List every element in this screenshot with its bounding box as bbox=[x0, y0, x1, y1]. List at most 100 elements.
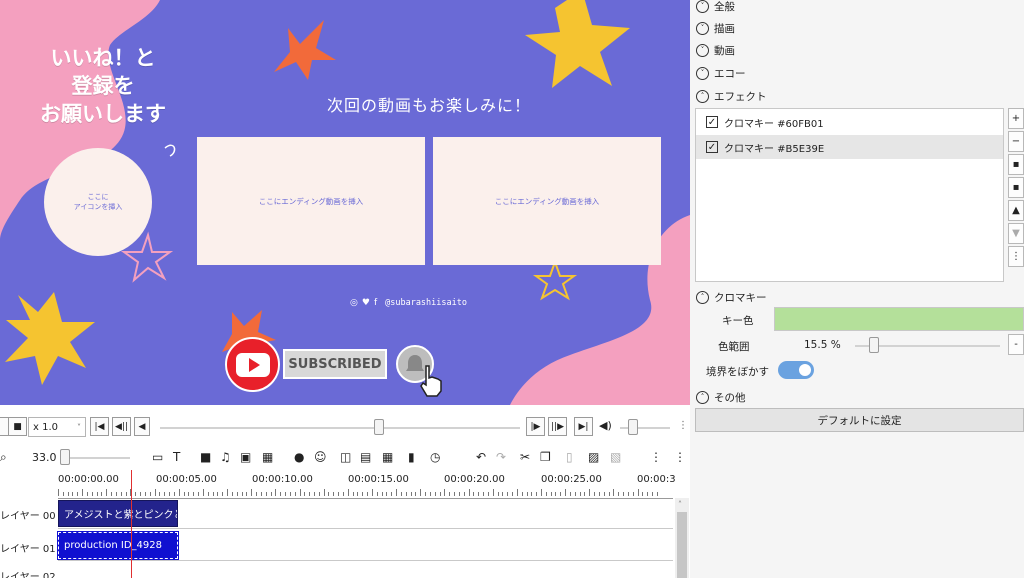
ruler-tick bbox=[594, 492, 596, 496]
ruler-tick bbox=[608, 492, 610, 496]
effect-item[interactable]: ✓ クロマキー #60FB01 bbox=[696, 110, 1003, 134]
clock-icon[interactable]: ◷ bbox=[430, 450, 440, 464]
stop-button[interactable]: ■ bbox=[8, 417, 27, 436]
social-row: ◎ ♥ f @subarashiisaito bbox=[350, 298, 467, 308]
zoom-thumb[interactable] bbox=[60, 449, 70, 465]
ruler-tick bbox=[507, 492, 509, 496]
more-options-button[interactable]: ⋮ bbox=[1008, 246, 1024, 267]
ruler-tick bbox=[439, 492, 441, 496]
timeline-clip-text[interactable]: アメジストと紫とピンクと bbox=[58, 500, 178, 527]
next-frame-button[interactable]: |▶ bbox=[526, 417, 545, 436]
seek-thumb[interactable] bbox=[374, 419, 384, 435]
key-color-swatch[interactable] bbox=[774, 307, 1024, 331]
seek-track[interactable] bbox=[160, 427, 520, 429]
paste-icon[interactable]: ▯ bbox=[566, 450, 573, 464]
layer-label[interactable]: レイヤー 00 bbox=[0, 507, 56, 522]
ruler-tick bbox=[627, 492, 629, 496]
next-video-title: 次回の動画もお楽しみに！ bbox=[326, 96, 531, 115]
go-to-end-button[interactable]: ▶| bbox=[574, 417, 593, 436]
ruler-tick bbox=[400, 492, 402, 496]
volume-thumb[interactable] bbox=[628, 419, 638, 435]
ruler-tick bbox=[144, 492, 146, 496]
ruler-tick bbox=[183, 492, 185, 496]
volume-icon[interactable]: ◀) bbox=[599, 419, 612, 432]
playback-bar: ■ x 1.0 ˅ |◀ ◀|| ◀ |▶ ||▶ ▶| ◀) ⋮ bbox=[0, 414, 690, 440]
video-icon[interactable]: ■ bbox=[200, 450, 211, 464]
comment-icon[interactable]: ▭ bbox=[152, 450, 163, 464]
speed-select[interactable]: x 1.0 ˅ bbox=[28, 417, 86, 437]
save-icon[interactable]: ▮ bbox=[408, 450, 415, 464]
section-effects[interactable]: ˄ エフェクト bbox=[696, 87, 767, 105]
range-decrement-button[interactable]: - bbox=[1008, 334, 1024, 355]
scroll-up-icon[interactable]: ˄ bbox=[678, 500, 682, 509]
ruler-tick bbox=[565, 489, 567, 496]
move-up-button[interactable]: ▲ bbox=[1008, 200, 1024, 221]
zoom-track[interactable] bbox=[60, 457, 130, 459]
social-handle: @subarashiisaito bbox=[385, 298, 467, 308]
save-preset-icon[interactable]: ▪ bbox=[1008, 177, 1024, 198]
ruler-tick bbox=[434, 492, 436, 496]
layer-label[interactable]: レイヤー 01 bbox=[0, 540, 56, 555]
redo-icon[interactable]: ↷ bbox=[496, 450, 506, 464]
section-echo[interactable]: ˅ エコー bbox=[696, 64, 746, 82]
ruler-tick bbox=[381, 492, 383, 496]
smile-icon[interactable]: ☺ bbox=[314, 450, 327, 464]
ruler-tick bbox=[212, 492, 214, 496]
ruler-tick bbox=[357, 492, 359, 496]
more-icon[interactable]: ⋮ bbox=[678, 420, 688, 431]
previous-frame-button[interactable]: ◀ bbox=[134, 417, 150, 436]
range-thumb[interactable] bbox=[869, 337, 879, 353]
remove-effect-button[interactable]: − bbox=[1008, 131, 1024, 152]
checkbox[interactable]: ✓ bbox=[706, 116, 718, 128]
more-icon[interactable]: ⋮ bbox=[650, 450, 662, 464]
ruler-label: 00:00:05.00 bbox=[156, 474, 217, 485]
scene-icon[interactable]: ▤ bbox=[360, 450, 371, 464]
save-effect-icon[interactable]: ▪ bbox=[1008, 154, 1024, 175]
copy-icon[interactable]: ❐ bbox=[540, 450, 551, 464]
music-icon[interactable]: ♫ bbox=[220, 450, 231, 464]
next-frame-group-button[interactable]: ||▶ bbox=[548, 417, 567, 436]
timeline-ruler[interactable]: 00:00:00.00 00:00:05.00 00:00:10.00 00:0… bbox=[58, 472, 678, 498]
effect-item-selected[interactable]: ✓ クロマキー #B5E39E bbox=[696, 135, 1003, 159]
text-icon[interactable]: T bbox=[173, 450, 180, 464]
reset-default-button[interactable]: デフォルトに設定 bbox=[695, 408, 1024, 432]
ruler-tick bbox=[352, 492, 354, 496]
grid-icon[interactable]: ▦ bbox=[382, 450, 393, 464]
ruler-tick bbox=[444, 489, 446, 496]
ruler-tick bbox=[463, 492, 465, 496]
ruler-tick bbox=[231, 492, 233, 496]
blur-edge-label: 境界をぼかす bbox=[706, 366, 769, 378]
ruler-tick bbox=[246, 492, 248, 496]
add-effect-button[interactable]: + bbox=[1008, 108, 1024, 129]
split-icon[interactable]: ▨ bbox=[588, 450, 599, 464]
layer-label[interactable]: レイヤー 02 bbox=[0, 568, 56, 578]
section-video[interactable]: ˅ 動画 bbox=[696, 41, 735, 59]
previous-frame-group-button[interactable]: ◀|| bbox=[112, 417, 131, 436]
ruler-tick bbox=[386, 492, 388, 496]
ruler-tick bbox=[338, 492, 340, 496]
image-icon[interactable]: ▣ bbox=[240, 450, 251, 464]
timeline-clip-video[interactable]: production ID_4928 bbox=[57, 531, 179, 560]
timeline-scrollbar[interactable]: ˄ bbox=[675, 498, 689, 578]
ruler-tick bbox=[299, 489, 301, 496]
section-other[interactable]: ˄ その他 bbox=[696, 388, 746, 406]
twitter-icon: ♥ bbox=[361, 298, 370, 308]
section-drawing[interactable]: ˅ 描画 bbox=[696, 19, 735, 37]
ruler-tick bbox=[169, 492, 171, 496]
playhead[interactable] bbox=[131, 470, 132, 578]
layer-icon[interactable]: ◫ bbox=[340, 450, 351, 464]
checkbox[interactable]: ✓ bbox=[706, 141, 718, 153]
section-chroma[interactable]: ˄ クロマキー bbox=[696, 288, 767, 306]
person-icon[interactable]: ● bbox=[294, 450, 304, 464]
blur-edge-toggle[interactable] bbox=[778, 361, 814, 379]
undo-icon[interactable]: ↶ bbox=[476, 450, 486, 464]
copy-disabled-icon[interactable]: ▧ bbox=[610, 450, 621, 464]
section-general[interactable]: ˅ 全般 bbox=[696, 0, 735, 15]
cut-icon[interactable]: ✂ bbox=[520, 450, 530, 464]
move-down-button[interactable]: ▼ bbox=[1008, 223, 1024, 244]
shape-icon[interactable]: ▦ bbox=[262, 450, 273, 464]
more-icon[interactable]: ⋮ bbox=[674, 450, 686, 464]
ruler-tick bbox=[164, 492, 166, 496]
go-to-start-button[interactable]: |◀ bbox=[90, 417, 109, 436]
scrollbar-thumb[interactable] bbox=[677, 512, 687, 578]
